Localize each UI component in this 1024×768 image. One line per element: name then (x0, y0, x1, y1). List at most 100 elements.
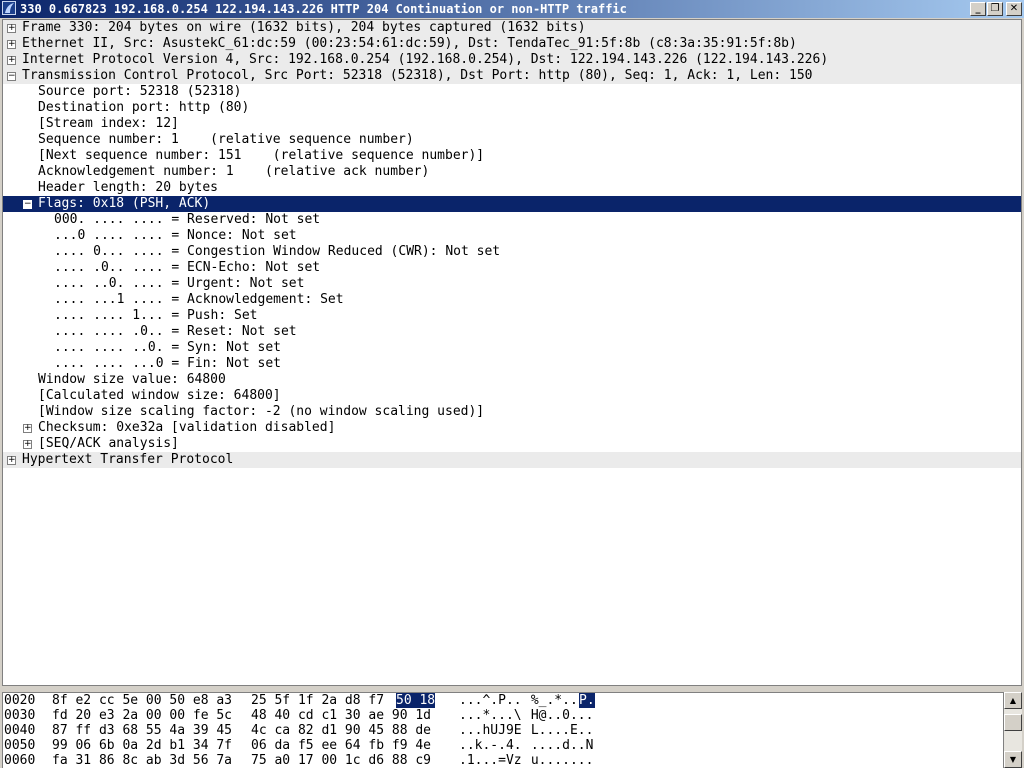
hex-row[interactable]: 0060 fa 31 86 8c ab 3d 56 7a 75 a0 17 00 1… (3, 753, 1003, 768)
packet-bytes-pane[interactable]: 0020 8f e2 cc 5e 00 50 e8 a3 25 5f 1f 2a d… (2, 692, 1004, 768)
hex-row[interactable]: 0020 8f e2 cc 5e 00 50 e8 a3 25 5f 1f 2a d… (3, 693, 1003, 708)
tree-row-label: Header length: 20 bytes (38, 180, 219, 195)
tree-row[interactable]: .... .0.. .... = ECN-Echo: Not set (3, 260, 1021, 276)
hex-bytes[interactable]: 8f e2 cc 5e 00 50 e8 a3 (52, 693, 232, 708)
bytes-vertical-scrollbar[interactable]: ▲ ▼ (1004, 692, 1022, 768)
scroll-down-arrow-icon[interactable]: ▼ (1004, 751, 1022, 768)
hex-ascii-highlight[interactable]: P. (579, 693, 595, 708)
tree-row-label: [Next sequence number: 151 (relative seq… (38, 148, 485, 163)
tree-row-label: .... .... ..0. = Syn: Not set (54, 340, 281, 355)
expand-icon[interactable]: + (7, 456, 16, 465)
close-button[interactable]: ✕ (1006, 2, 1022, 16)
tree-row[interactable]: + Ethernet II, Src: AsustekC_61:dc:59 (00… (3, 36, 1021, 52)
tree-row-label: [SEQ/ACK analysis] (38, 436, 179, 451)
hex-row[interactable]: 0050 99 06 6b 0a 2d b1 34 7f 06 da f5 ee 6… (3, 738, 1003, 753)
hex-row[interactable]: 0040 87 ff d3 68 55 4a 39 45 4c ca 82 d1 9… (3, 723, 1003, 738)
expand-icon[interactable]: + (7, 40, 16, 49)
hex-row[interactable]: 0030 fd 20 e3 2a 00 00 fe 5c 48 40 cd c1 3… (3, 708, 1003, 723)
tree-row-label: [Calculated window size: 64800] (38, 388, 281, 403)
collapse-icon[interactable]: − (23, 200, 32, 209)
tree-row[interactable]: .... .... .0.. = Reset: Not set (3, 324, 1021, 340)
hex-ascii[interactable]: %_.*.. (523, 693, 578, 708)
tree-row-label: .... ...1 .... = Acknowledgement: Set (54, 292, 344, 307)
hex-bytes-highlight[interactable]: 50 18 (396, 693, 436, 708)
tree-row-label: Frame 330: 204 bytes on wire (1632 bits)… (22, 20, 586, 35)
minimize-button[interactable]: _ (970, 2, 986, 16)
tree-row[interactable]: + Checksum: 0xe32a [validation disabled] (3, 420, 1021, 436)
tree-row[interactable]: .... ..0. .... = Urgent: Not set (3, 276, 1021, 292)
hex-bytes[interactable]: fd 20 e3 2a 00 00 fe 5c (52, 708, 232, 723)
wireshark-fin-icon (2, 1, 16, 15)
tree-row[interactable]: Sequence number: 1 (relative sequence nu… (3, 132, 1021, 148)
scroll-up-arrow-icon[interactable]: ▲ (1004, 692, 1022, 709)
tree-row[interactable]: + Hypertext Transfer Protocol (3, 452, 1021, 468)
window-title: 330 0.667823 192.168.0.254 122.194.143.2… (20, 2, 627, 16)
hex-ascii[interactable]: ...^.P.. (459, 693, 522, 708)
expand-icon[interactable]: + (7, 24, 16, 33)
hex-offset[interactable]: 0020 (4, 693, 35, 708)
tree-row[interactable]: Destination port: http (80) (3, 100, 1021, 116)
expand-icon[interactable]: + (7, 56, 16, 65)
hex-bytes[interactable]: 25 5f 1f 2a d8 f7 (251, 693, 384, 708)
tree-row-label: 000. .... .... = Reserved: Not set (54, 212, 321, 227)
tree-row[interactable]: ...0 .... .... = Nonce: Not set (3, 228, 1021, 244)
tree-row[interactable]: .... ...1 .... = Acknowledgement: Set (3, 292, 1021, 308)
tree-row-label: .... ..0. .... = Urgent: Not set (54, 276, 305, 291)
hex-bytes[interactable]: 06 da f5 ee 64 fb f9 4e (251, 738, 431, 753)
tree-row[interactable]: [Window size scaling factor: -2 (no wind… (3, 404, 1021, 420)
hex-ascii[interactable]: .1...=Vz (459, 753, 522, 768)
hex-ascii[interactable]: H@..0... (523, 708, 594, 723)
tree-row-label: Internet Protocol Version 4, Src: 192.16… (22, 52, 829, 67)
tree-row[interactable]: 000. .... .... = Reserved: Not set (3, 212, 1021, 228)
expand-icon[interactable]: + (23, 440, 32, 449)
hex-bytes[interactable]: 99 06 6b 0a 2d b1 34 7f (52, 738, 232, 753)
tree-row-label: Flags: 0x18 (PSH, ACK) (38, 196, 211, 211)
hex-bytes[interactable]: 75 a0 17 00 1c d6 88 c9 (251, 753, 431, 768)
hex-bytes[interactable]: 87 ff d3 68 55 4a 39 45 (52, 723, 232, 738)
hex-offset[interactable]: 0050 (4, 738, 35, 753)
tree-row[interactable]: [Calculated window size: 64800] (3, 388, 1021, 404)
tree-row[interactable]: − Flags: 0x18 (PSH, ACK) (3, 196, 1021, 212)
tree-row-label: Sequence number: 1 (relative sequence nu… (38, 132, 414, 147)
tree-row[interactable]: .... .... ...0 = Fin: Not set (3, 356, 1021, 372)
tree-row[interactable]: Window size value: 64800 (3, 372, 1021, 388)
hex-ascii[interactable]: ...hUJ9E (459, 723, 522, 738)
tree-row[interactable]: Acknowledgement number: 1 (relative ack … (3, 164, 1021, 180)
tree-row[interactable]: + [SEQ/ACK analysis] (3, 436, 1021, 452)
tree-row[interactable]: + Frame 330: 204 bytes on wire (1632 bits… (3, 20, 1021, 36)
collapse-icon[interactable]: − (7, 72, 16, 81)
tree-row[interactable]: .... .... ..0. = Syn: Not set (3, 340, 1021, 356)
tree-row-label: .... .0.. .... = ECN-Echo: Not set (54, 260, 321, 275)
scroll-thumb[interactable] (1004, 714, 1022, 731)
hex-bytes[interactable]: 48 40 cd c1 30 ae 90 1d (251, 708, 431, 723)
tree-row[interactable]: Source port: 52318 (52318) (3, 84, 1021, 100)
hex-offset[interactable]: 0040 (4, 723, 35, 738)
tree-row-label: Window size value: 64800 (38, 372, 226, 387)
tree-row[interactable]: Header length: 20 bytes (3, 180, 1021, 196)
tree-row[interactable]: [Next sequence number: 151 (relative seq… (3, 148, 1021, 164)
tree-row-label: .... .... .0.. = Reset: Not set (54, 324, 297, 339)
tree-row[interactable]: − Transmission Control Protocol, Src Port… (3, 68, 1021, 84)
tree-row[interactable]: .... .... 1... = Push: Set (3, 308, 1021, 324)
tree-row-label: .... .... ...0 = Fin: Not set (54, 356, 281, 371)
tree-row[interactable]: [Stream index: 12] (3, 116, 1021, 132)
tree-row[interactable]: + Internet Protocol Version 4, Src: 192.1… (3, 52, 1021, 68)
tree-row[interactable]: .... 0... .... = Congestion Window Reduc… (3, 244, 1021, 260)
tree-row-label: ...0 .... .... = Nonce: Not set (54, 228, 297, 243)
window-titlebar[interactable]: 330 0.667823 192.168.0.254 122.194.143.2… (0, 0, 1024, 18)
hex-ascii[interactable]: ...*...\ (459, 708, 522, 723)
hex-offset[interactable]: 0060 (4, 753, 35, 768)
packet-details-tree[interactable]: + Frame 330: 204 bytes on wire (1632 bits… (2, 19, 1022, 686)
hex-ascii[interactable]: u....... (523, 753, 594, 768)
hex-ascii[interactable]: ..k.-.4. (459, 738, 522, 753)
hex-ascii[interactable]: L....E.. (523, 723, 594, 738)
tree-row-label: Hypertext Transfer Protocol (22, 452, 234, 467)
expand-icon[interactable]: + (23, 424, 32, 433)
hex-bytes[interactable]: fa 31 86 8c ab 3d 56 7a (52, 753, 232, 768)
restore-button[interactable]: ❐ (987, 2, 1003, 16)
tree-row-label: Destination port: http (80) (38, 100, 250, 115)
hex-offset[interactable]: 0030 (4, 708, 35, 723)
tree-row-label: Ethernet II, Src: AsustekC_61:dc:59 (00:… (22, 36, 797, 51)
hex-ascii[interactable]: ....d..N (523, 738, 594, 753)
hex-bytes[interactable]: 4c ca 82 d1 90 45 88 de (251, 723, 431, 738)
